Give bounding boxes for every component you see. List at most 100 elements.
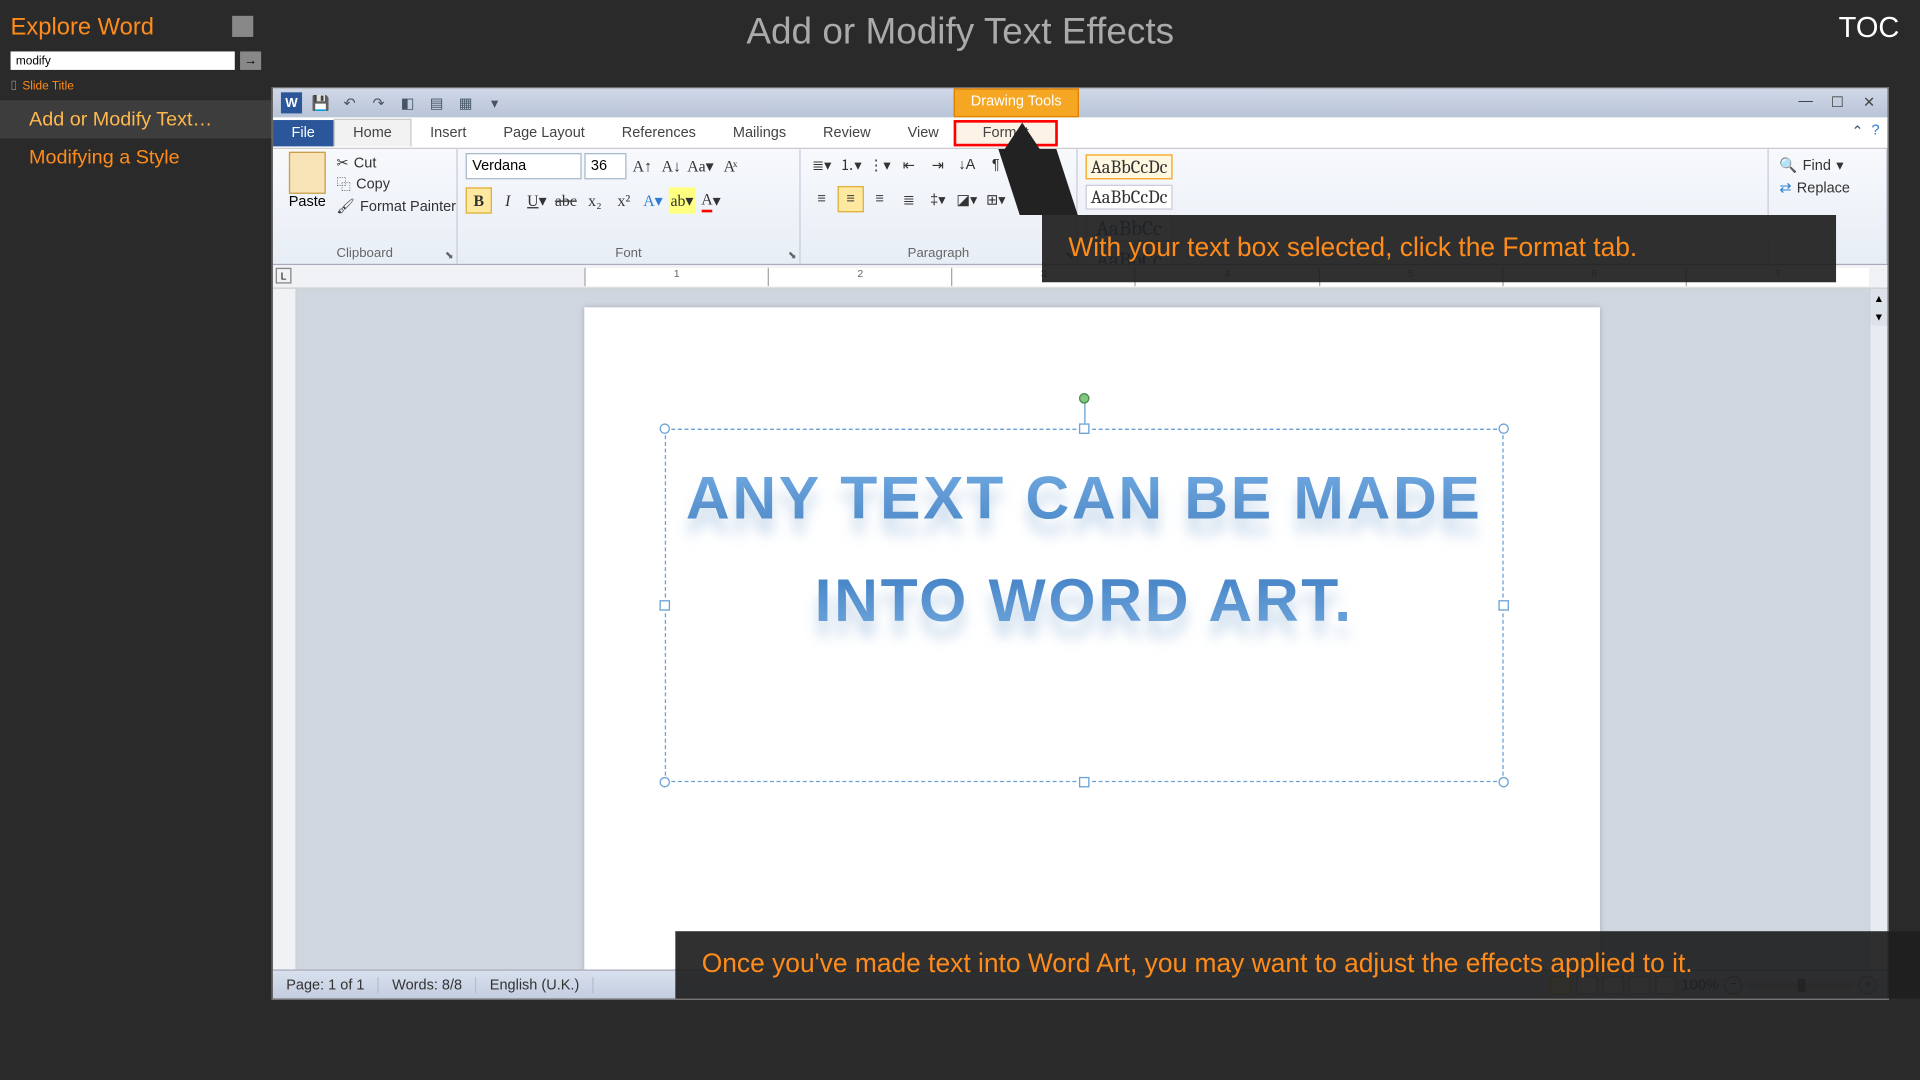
handle-top-right[interactable] — [1498, 423, 1509, 434]
outdent-icon[interactable]: ⇤ — [896, 152, 922, 178]
page-title: Add or Modify Text Effects — [0, 11, 1920, 53]
tab-insert[interactable]: Insert — [412, 119, 485, 145]
line-spacing-icon[interactable]: ‡▾ — [925, 186, 951, 212]
undo-icon[interactable]: ↶ — [339, 92, 360, 113]
tab-view[interactable]: View — [889, 119, 957, 145]
tab-mailings[interactable]: Mailings — [714, 119, 804, 145]
change-case-icon[interactable]: Aa▾ — [687, 153, 713, 179]
text-box[interactable]: ANY TEXT CAN BE MADE INTO WORD ART. — [665, 429, 1504, 782]
wordart-text[interactable]: ANY TEXT CAN BE MADE INTO WORD ART. — [666, 446, 1502, 652]
indent-icon[interactable]: ⇥ — [925, 152, 951, 178]
font-name-select[interactable] — [466, 153, 582, 179]
slide-title-label: Slide Title — [22, 78, 73, 91]
bold-button[interactable]: B — [466, 187, 492, 213]
brush-icon: 🖌 — [336, 198, 354, 215]
align-center-icon[interactable]: ≡ — [838, 186, 864, 212]
handle-bottom-left[interactable] — [660, 777, 671, 788]
clear-format-icon[interactable]: Aͯ — [716, 153, 742, 179]
help-icon[interactable]: ? — [1871, 123, 1879, 140]
ruler-vertical[interactable] — [273, 289, 297, 970]
maximize-icon[interactable]: ☐ — [1824, 91, 1850, 112]
strike-button[interactable]: abc — [553, 187, 579, 213]
font-dialog-icon[interactable]: ⬊ — [788, 249, 797, 261]
underline-button[interactable]: U▾ — [524, 187, 550, 213]
scroll-up-icon[interactable]: ▲ — [1870, 289, 1887, 307]
status-language[interactable]: English (U.K.) — [477, 977, 594, 993]
scroll-down-icon[interactable]: ▼ — [1870, 307, 1887, 325]
handle-mid-top[interactable] — [1079, 423, 1090, 434]
font-size-select[interactable] — [584, 153, 626, 179]
save-icon[interactable]: 💾 — [310, 92, 331, 113]
status-page[interactable]: Page: 1 of 1 — [273, 977, 379, 993]
align-right-icon[interactable]: ≡ — [867, 186, 893, 212]
tab-format[interactable]: Format — [954, 119, 1058, 145]
scissors-icon: ✂ — [336, 154, 348, 171]
popout-icon[interactable] — [232, 16, 253, 37]
handle-mid-bottom[interactable] — [1079, 777, 1090, 788]
explore-title: Explore Word — [0, 0, 272, 46]
group-font: A↑ A↓ Aa▾ Aͯ B I U▾ abc x₂ x² A▾ ab▾ A▾ … — [458, 149, 801, 264]
replace-icon: ⇄ — [1779, 179, 1791, 196]
pilcrow-icon[interactable]: ¶ — [983, 152, 1009, 178]
cut-button[interactable]: ✂Cut — [336, 154, 456, 171]
shading-icon[interactable]: ◪▾ — [954, 186, 980, 212]
search-go-button[interactable]: → — [240, 51, 261, 69]
bullets-icon[interactable]: ≣▾ — [809, 152, 835, 178]
format-painter-button[interactable]: 🖌Format Painter — [336, 198, 456, 215]
style-nospacing[interactable]: AaBbCcDc — [1086, 185, 1173, 210]
minimize-icon[interactable]: — — [1793, 91, 1819, 112]
search-input[interactable] — [11, 51, 235, 69]
paste-button[interactable]: Paste — [281, 152, 334, 210]
canvas[interactable]: ANY TEXT CAN BE MADE INTO WORD ART. © Cl… — [297, 289, 1888, 970]
clipboard-dialog-icon[interactable]: ⬊ — [445, 249, 454, 261]
text-effects-icon[interactable]: A▾ — [640, 187, 666, 213]
font-color-icon[interactable]: A▾ — [698, 187, 724, 213]
nav-item-modifying-style[interactable]: Modifying a Style — [0, 138, 272, 176]
qat-more-icon[interactable]: ▾ — [484, 92, 505, 113]
numbering-icon[interactable]: ⒈▾ — [838, 152, 864, 178]
callout-adjust-effects: Once you've made text into Word Art, you… — [675, 931, 1920, 998]
bookmark-icon: ▯ — [11, 78, 18, 93]
ribbon-collapse-icon[interactable]: ⌃ — [1851, 123, 1863, 140]
justify-icon[interactable]: ≣ — [896, 186, 922, 212]
qat-icon-5[interactable]: ▤ — [426, 92, 447, 113]
close-icon[interactable]: ✕ — [1856, 91, 1882, 112]
grow-font-icon[interactable]: A↑ — [629, 153, 655, 179]
vertical-scrollbar[interactable]: ▲ ▼ — [1869, 289, 1887, 970]
redo-icon[interactable]: ↷ — [368, 92, 389, 113]
qat-icon-4[interactable]: ◧ — [397, 92, 418, 113]
multilevel-icon[interactable]: ⋮▾ — [867, 152, 893, 178]
align-left-icon[interactable]: ≡ — [809, 186, 835, 212]
highlight-icon[interactable]: ab▾ — [669, 187, 695, 213]
find-button[interactable]: 🔍Find ▾ — [1777, 154, 1879, 176]
sort-icon[interactable]: ↓A — [954, 152, 980, 178]
copy-button[interactable]: ⿻Copy — [336, 174, 456, 195]
tab-stop-selector[interactable]: L — [276, 268, 292, 284]
style-normal[interactable]: AaBbCcDc — [1086, 154, 1173, 179]
quick-access-toolbar: W 💾 ↶ ↷ ◧ ▤ ▦ ▾ — [273, 92, 505, 113]
rotate-connector — [1084, 404, 1085, 425]
tab-references[interactable]: References — [603, 119, 714, 145]
qat-icon-6[interactable]: ▦ — [455, 92, 476, 113]
tab-file[interactable]: File — [273, 119, 333, 145]
ribbon-tabs: File Home Insert Page Layout References … — [273, 117, 1887, 149]
tab-page-layout[interactable]: Page Layout — [485, 119, 603, 145]
toc-link[interactable]: TOC — [1839, 11, 1900, 45]
tab-review[interactable]: Review — [805, 119, 890, 145]
handle-bottom-right[interactable] — [1498, 777, 1509, 788]
find-icon: 🔍 — [1779, 157, 1797, 174]
paste-icon — [289, 152, 326, 194]
slide-title-filter[interactable]: ▯ Slide Title — [0, 75, 272, 95]
italic-button[interactable]: I — [495, 187, 521, 213]
nav-item-add-modify[interactable]: Add or Modify Text… — [0, 100, 272, 138]
borders-icon[interactable]: ⊞▾ — [983, 186, 1009, 212]
shrink-font-icon[interactable]: A↓ — [658, 153, 684, 179]
status-words[interactable]: Words: 8/8 — [379, 977, 477, 993]
rotate-handle[interactable] — [1079, 393, 1090, 404]
replace-button[interactable]: ⇄Replace — [1777, 177, 1879, 199]
left-panel: Explore Word → ▯ Slide Title Add or Modi… — [0, 0, 272, 1076]
tab-home[interactable]: Home — [333, 119, 411, 147]
handle-top-left[interactable] — [660, 423, 671, 434]
superscript-button[interactable]: x² — [611, 187, 637, 213]
subscript-button[interactable]: x₂ — [582, 187, 608, 213]
